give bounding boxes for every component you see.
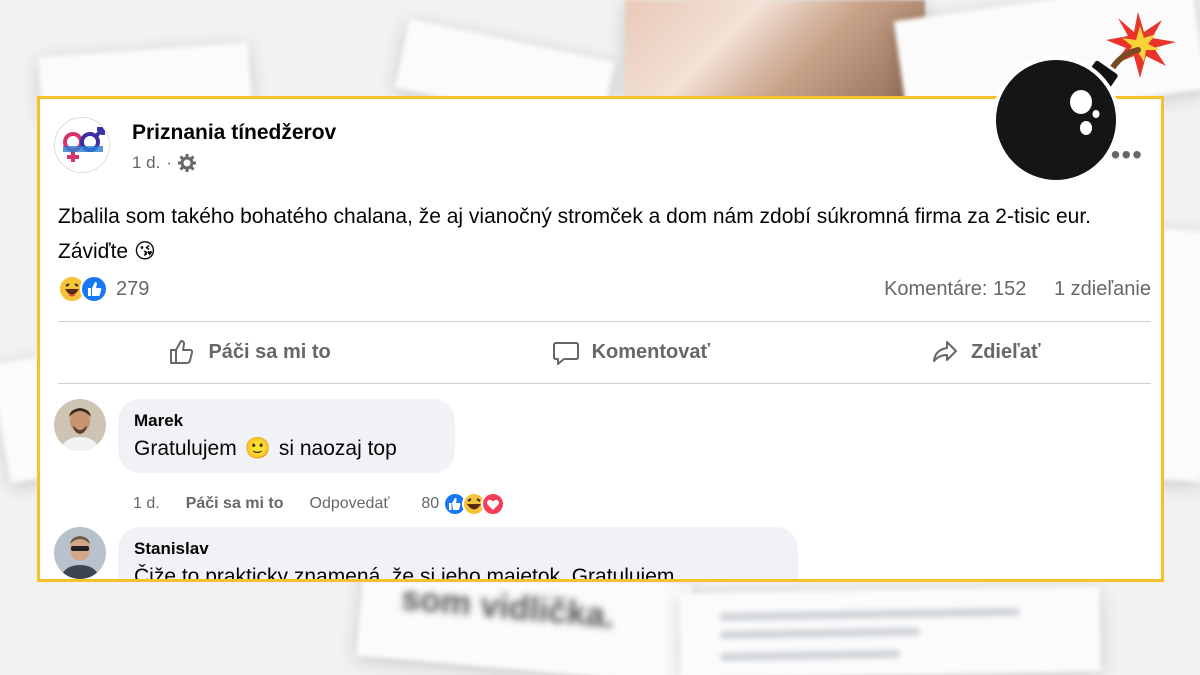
avatar[interactable] <box>54 399 106 451</box>
like-label: Páči sa mi to <box>208 340 331 363</box>
background-blurred-text: som vidlička. <box>399 579 616 636</box>
comments-count-link[interactable]: Komentáre: 152 <box>884 278 1026 300</box>
like-icon <box>80 275 108 303</box>
post-text: Zbalila som takého bohatého chalana, že … <box>58 199 1148 269</box>
reaction-summary: 279 Komentáre: 152 1 zdieľanie <box>58 275 1151 303</box>
like-button[interactable]: Páči sa mi to <box>168 338 331 366</box>
page-logo-icon <box>56 119 109 172</box>
avatar[interactable] <box>54 527 106 579</box>
bomb-icon <box>992 12 1176 184</box>
post-header: Priznania tínedžerov 1 d. · <box>54 117 336 173</box>
action-bar: Páči sa mi to Komentovať Zdieľať <box>58 329 1151 375</box>
comment: Marek Gratulujem 🙂 si naozaj top <box>54 399 455 473</box>
comment-bubble: Marek Gratulujem 🙂 si naozaj top <box>118 399 455 473</box>
comment: Stanislav Čiže to prakticky znamená, že … <box>54 527 798 582</box>
divider <box>58 321 1151 322</box>
kiss-emoji-icon: 😘 <box>133 240 156 263</box>
share-label: Zdieľať <box>971 340 1041 363</box>
comment-actions: 1 d. Páči sa mi to Odpovedať 80 <box>133 492 506 516</box>
comment-text: Čiže to prakticky znamená, že si jeho ma… <box>134 565 675 582</box>
thumbs-up-icon <box>170 340 194 364</box>
comment-reaction-count: 80 <box>421 495 440 512</box>
reactions-summary-button[interactable]: 279 <box>58 275 149 303</box>
comment-author[interactable]: Stanislav <box>134 539 780 559</box>
comment-text-part: Gratulujem <box>134 437 237 460</box>
divider <box>58 383 1151 384</box>
post-body: Zbalila som takého bohatého chalana, že … <box>58 205 1092 263</box>
comment-text: Gratulujem 🙂 si naozaj top <box>134 437 437 461</box>
smiley-emoji-icon: 🙂 <box>244 437 271 460</box>
comment-author[interactable]: Marek <box>134 411 437 431</box>
post-timestamp[interactable]: 1 d. <box>132 153 160 173</box>
background-photo <box>625 0 925 100</box>
reaction-count: 279 <box>116 277 150 300</box>
comment-bubble: Stanislav Čiže to prakticky znamená, že … <box>118 527 798 582</box>
comment-text-part: si naozaj top <box>278 437 397 460</box>
comment-reply-button[interactable]: Odpovedať <box>310 495 390 513</box>
comment-button[interactable]: Komentovať <box>552 338 711 366</box>
page-name[interactable]: Priznania tínedžerov <box>132 121 336 145</box>
comment-bubble-icon <box>552 342 579 365</box>
share-arrow-icon <box>933 341 957 362</box>
shares-count-link[interactable]: 1 zdieľanie <box>1054 278 1151 300</box>
love-heart-icon <box>481 492 506 516</box>
comment-label: Komentovať <box>591 340 711 363</box>
background-scrap <box>679 586 1101 675</box>
page-avatar[interactable] <box>54 117 110 173</box>
comment-like-button[interactable]: Páči sa mi to <box>186 495 284 513</box>
separator-dot: · <box>166 153 173 172</box>
comment-timestamp[interactable]: 1 d. <box>133 495 160 513</box>
share-button[interactable]: Zdieľať <box>931 338 1041 366</box>
comment-reactions[interactable]: 80 <box>421 492 506 516</box>
gear-icon[interactable] <box>178 154 197 172</box>
